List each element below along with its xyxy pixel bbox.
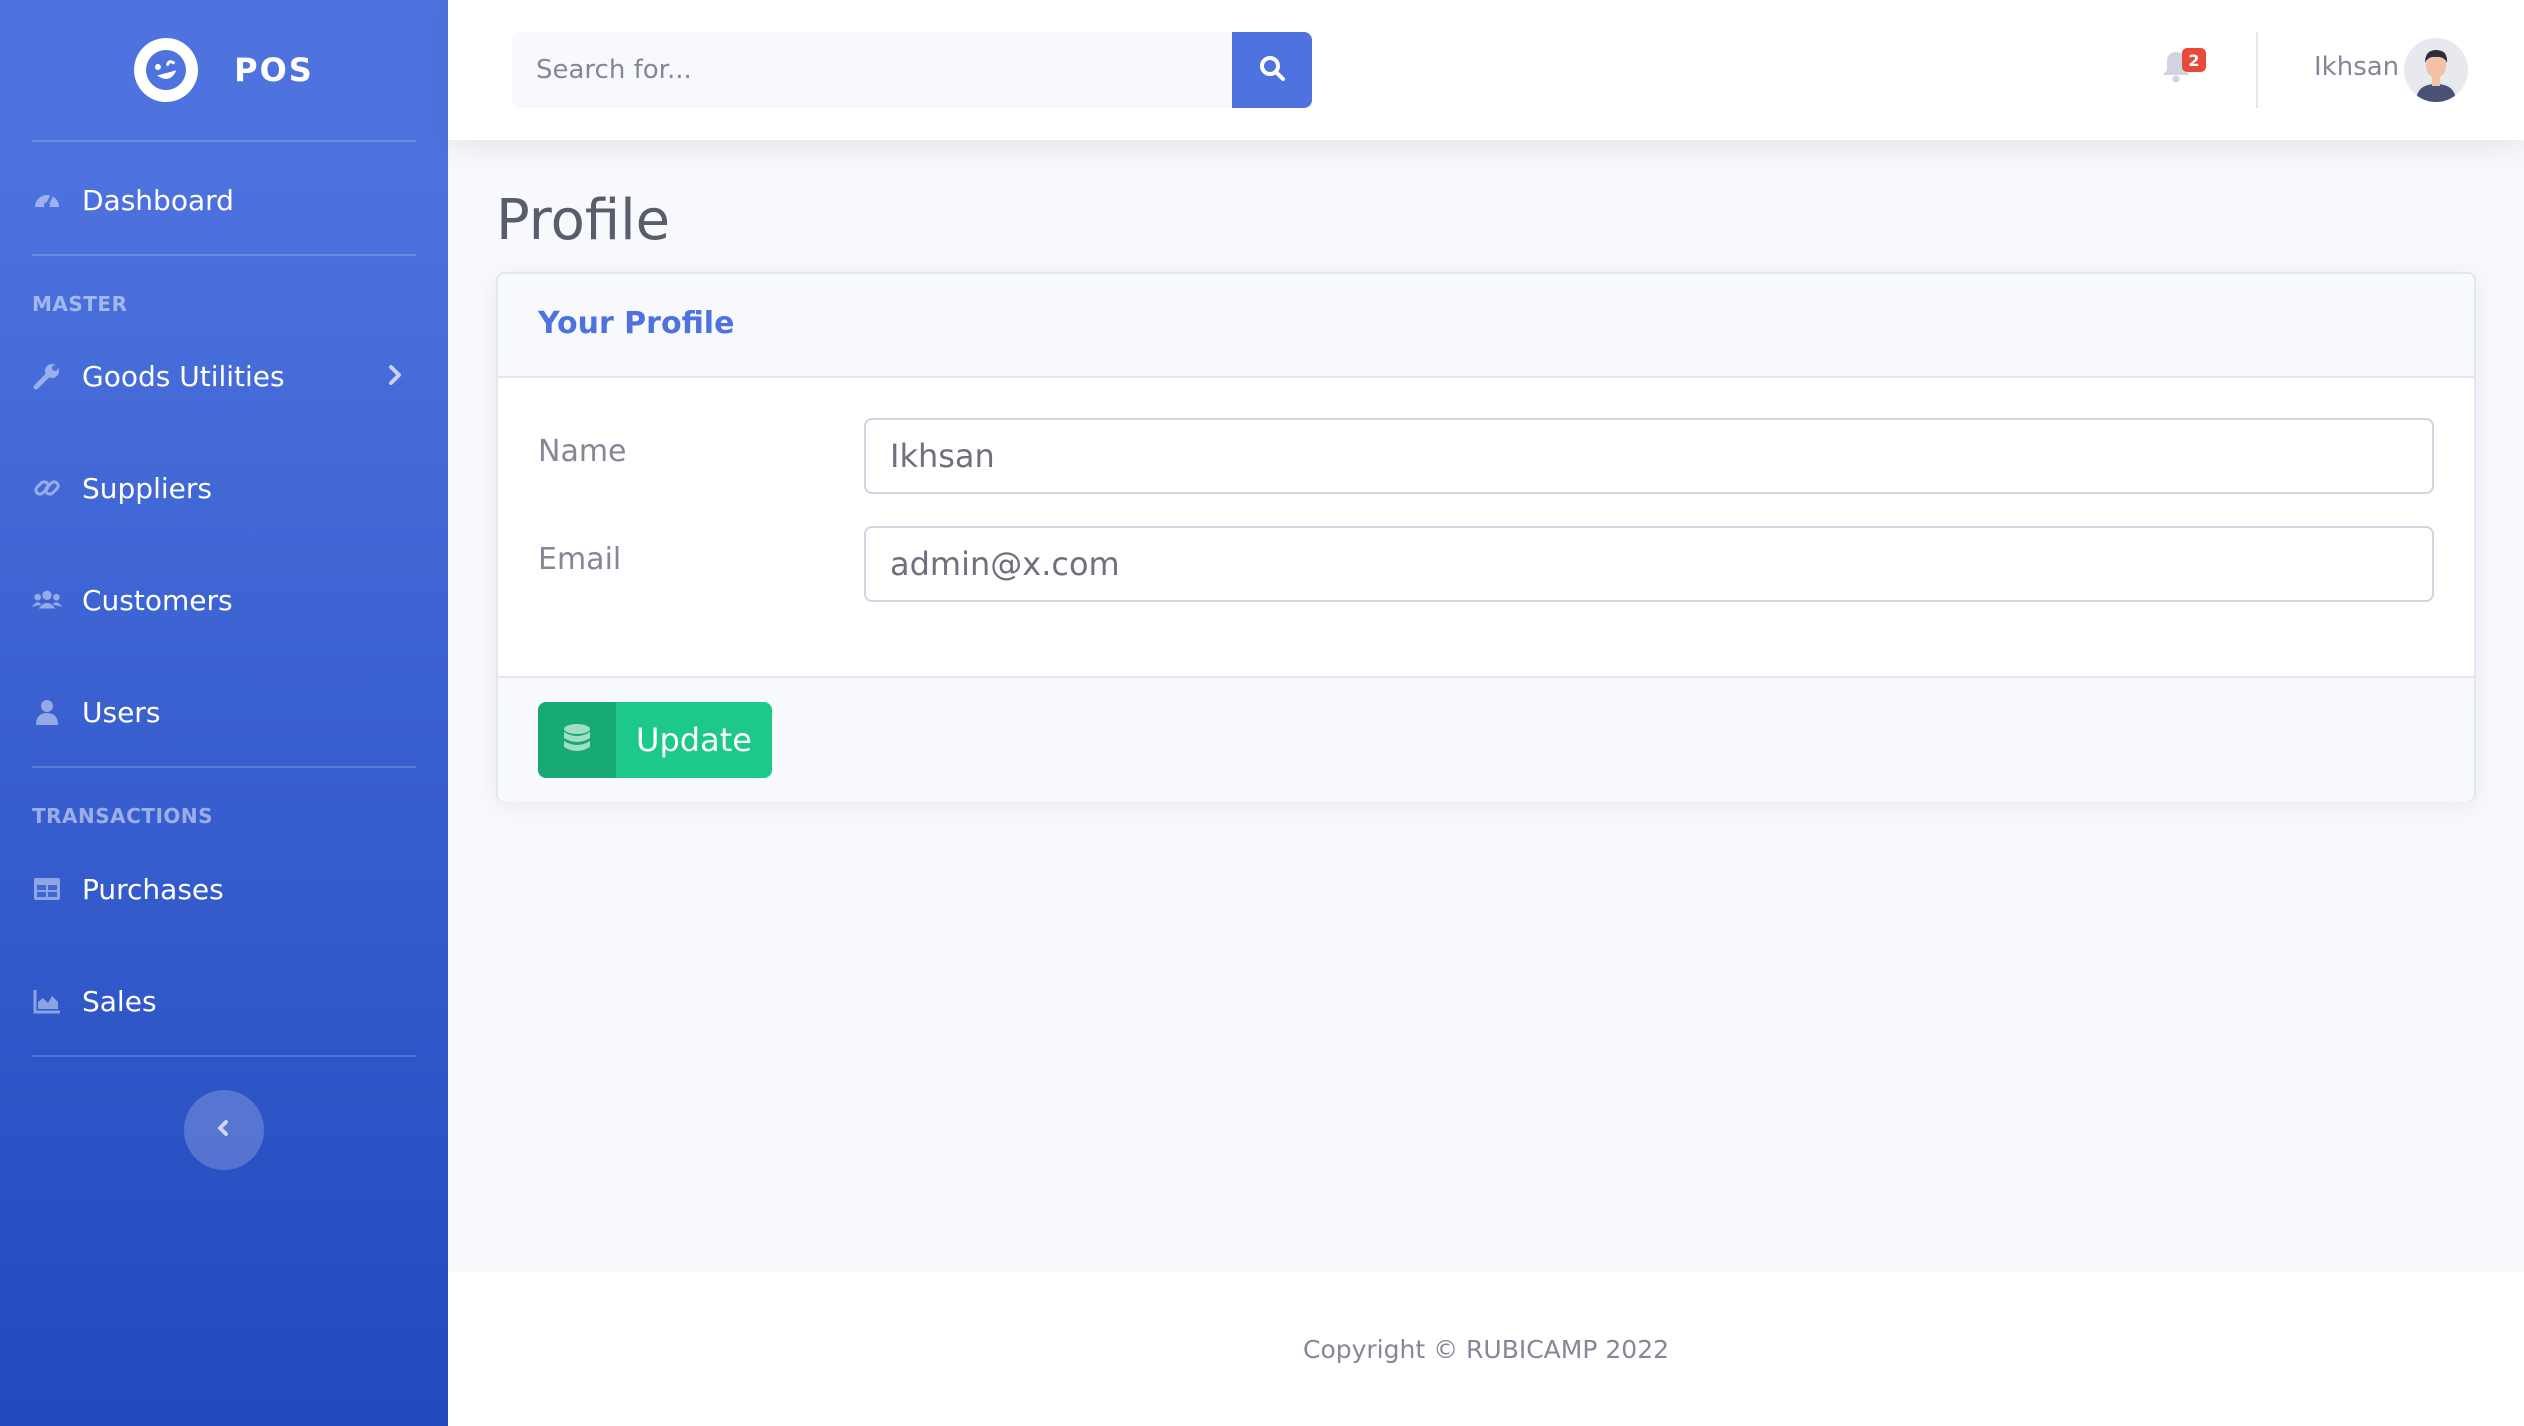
sidebar-item-customers[interactable]: Customers	[32, 570, 416, 630]
sidebar-item-suppliers[interactable]: Suppliers	[32, 458, 416, 518]
card-header: Your Profile	[498, 274, 2474, 378]
database-icon	[538, 702, 616, 778]
topbar: 2 Ikhsan	[448, 0, 2524, 140]
tachometer-icon	[32, 185, 62, 215]
footer: Copyright © RUBICAMP 2022	[448, 1272, 2524, 1426]
sidebar-heading-master: MASTER	[32, 292, 128, 316]
sidebar-item-dashboard[interactable]: Dashboard	[32, 170, 416, 230]
sidebar-divider	[32, 766, 416, 768]
email-label: Email	[538, 542, 622, 577]
topbar-divider	[2256, 32, 2258, 108]
card-footer: Update	[498, 676, 2474, 802]
sidebar: POS Dashboard MASTER Goods Utilities Sup…	[0, 0, 448, 1426]
app-root: POS Dashboard MASTER Goods Utilities Sup…	[0, 0, 2524, 1426]
wrench-icon	[32, 361, 62, 391]
card-title: Your Profile	[538, 306, 735, 341]
sidebar-brand[interactable]: POS	[0, 0, 448, 140]
avatar[interactable]	[2404, 38, 2468, 102]
area-chart-icon	[32, 986, 62, 1016]
chevron-left-icon	[212, 1116, 236, 1144]
sidebar-divider	[32, 140, 416, 142]
profile-card: Your Profile Name Email Update	[496, 272, 2476, 802]
sidebar-heading-transactions: TRANSACTIONS	[32, 804, 214, 828]
brand-name: POS	[234, 51, 314, 89]
sidebar-item-label: Customers	[82, 583, 233, 617]
link-icon	[32, 473, 62, 503]
notification-count-badge: 2	[2182, 48, 2206, 72]
update-button[interactable]: Update	[538, 702, 772, 778]
page-title: Profile	[496, 188, 671, 253]
email-field[interactable]	[864, 526, 2434, 602]
chevron-right-icon	[380, 360, 410, 390]
sidebar-item-label: Goods Utilities	[82, 359, 285, 393]
search-form	[512, 32, 1312, 108]
sidebar-item-purchases[interactable]: Purchases	[32, 859, 416, 919]
sidebar-item-sales[interactable]: Sales	[32, 971, 416, 1031]
name-field[interactable]	[864, 418, 2434, 494]
table-icon	[32, 874, 62, 904]
sidebar-item-label: Sales	[82, 984, 157, 1018]
users-icon	[32, 585, 62, 615]
sidebar-divider	[32, 1055, 416, 1057]
search-input[interactable]	[512, 32, 1232, 108]
sidebar-item-label: Dashboard	[82, 183, 234, 217]
sidebar-item-label: Suppliers	[82, 471, 212, 505]
sidebar-toggle-button[interactable]	[184, 1090, 264, 1170]
user-icon	[32, 697, 62, 727]
sidebar-item-label: Purchases	[82, 872, 224, 906]
copyright-text: Copyright © RUBICAMP 2022	[1302, 1334, 1669, 1364]
user-name[interactable]: Ikhsan	[2314, 52, 2399, 82]
sidebar-item-label: Users	[82, 695, 161, 729]
sidebar-item-users[interactable]: Users	[32, 682, 416, 742]
update-button-label: Update	[636, 721, 752, 759]
search-icon	[1257, 53, 1287, 87]
sidebar-divider	[32, 254, 416, 256]
laugh-wink-icon	[126, 30, 206, 110]
name-label: Name	[538, 434, 627, 469]
search-button[interactable]	[1232, 32, 1312, 108]
sidebar-item-goods-utilities[interactable]: Goods Utilities	[32, 346, 416, 406]
